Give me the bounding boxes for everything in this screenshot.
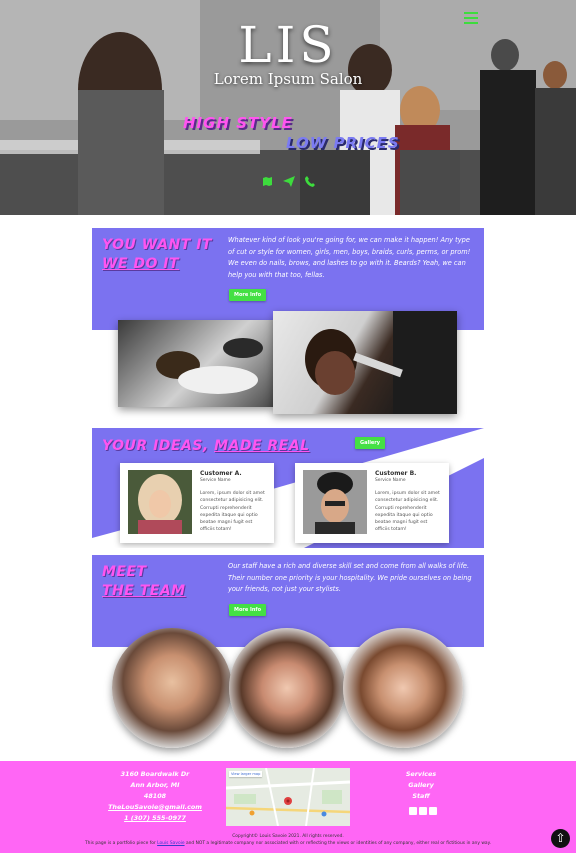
footer-nav: Services Gallery Staff [380,769,462,802]
hero-banner: LIS Lorem Ipsum Salon HIGH STYLE LOW PRI… [0,0,576,215]
disclaimer-prefix: This page is a portfolio piece for [85,841,158,846]
view-larger-map-link[interactable]: View larger map [229,771,263,777]
footer-link-services[interactable]: Services [380,769,462,780]
team-member-photo [112,628,232,748]
customer-name: Customer A. [200,470,242,477]
phone-icon[interactable] [305,176,315,190]
heading-line-2: THE TEAM [102,583,186,599]
paper-plane-icon[interactable] [283,176,295,190]
twitter-icon[interactable] [429,807,437,815]
testimonial-card: Customer A. Service Name Lorem, ipsum do… [120,463,274,543]
team-member-photo [343,628,463,748]
footer-link-staff[interactable]: Staff [380,791,462,802]
customer-b-photo [303,470,367,534]
section-heading: YOU WANT IT WE DO IT [102,236,222,274]
site-logo-title: LIS [238,16,338,74]
service-name: Service Name [200,478,231,483]
site-footer: 3160 Boardwalk Dr Ann Arbor, MI 48108 Th… [0,761,576,853]
copyright-text: Copyright© Louis Savoie 2021. All rights… [232,834,344,839]
gallery-button[interactable]: Gallery [355,437,386,449]
footer-link-gallery[interactable]: Gallery [380,780,462,791]
arrow-up-circle-icon[interactable]: ⇧ [551,829,570,848]
more-info-button[interactable]: More Info [229,604,267,616]
page: LIS Lorem Ipsum Salon HIGH STYLE LOW PRI… [0,0,576,853]
haircut-photo [273,311,457,414]
heading-line-1: YOU WANT IT [102,237,212,253]
address-line-1: 3160 Boardwalk Dr [120,770,190,778]
disclaimer-text: This page is a portfolio piece for Louis… [0,840,576,847]
map-icon[interactable] [262,176,273,190]
services-description: Whatever kind of look you're going for, … [228,236,471,279]
hero-contact-icons [262,176,315,190]
heading-part-2: MADE REAL [214,438,310,454]
testimonial-text: Lorem, ipsum dolor sit amet consectetur … [375,491,440,533]
customer-name: Customer B. [375,470,417,477]
phone-link[interactable]: 1 (307) 555-0977 [100,813,210,824]
service-name: Service Name [375,478,406,483]
section-gallery-preview: YOUR IDEAS, MADE REAL Gallery Customer A… [92,428,484,548]
team-description: Our staff have a rich and diverse skill … [228,562,472,593]
slogan-low-prices: LOW PRICES [286,134,400,152]
testimonial-card: Customer B. Service Name Lorem, ipsum do… [295,463,449,543]
more-info-button[interactable]: More Info [229,289,267,301]
testimonial-text: Lorem, ipsum dolor sit amet consectetur … [200,491,265,533]
address-line-3: 48108 [143,792,167,800]
contact-info: 3160 Boardwalk Dr Ann Arbor, MI 48108 Th… [100,769,210,824]
social-links [409,807,437,815]
hair-washing-photo [118,320,273,407]
site-subtitle: Lorem Ipsum Salon [213,70,363,88]
section-heading: MEET THE TEAM [102,563,222,601]
instagram-icon[interactable] [419,807,427,815]
heading-part-1: YOUR IDEAS, [102,438,215,454]
heading-line-2: WE DO IT [102,256,180,272]
customer-a-photo [128,470,192,534]
location-map[interactable]: View larger map [226,768,350,826]
team-member-photo [229,628,345,748]
section-heading: YOUR IDEAS, MADE REAL [102,437,322,456]
portfolio-link[interactable]: Louis Savoie [157,841,184,846]
hamburger-menu-icon[interactable] [464,12,478,24]
heading-line-1: MEET [102,564,147,580]
facebook-icon[interactable] [409,807,417,815]
disclaimer-suffix: and NOT a legitimate company nor associa… [184,841,491,846]
address-line-2: Ann Arbor, MI [130,781,180,789]
slogan-high-style: HIGH STYLE [183,114,293,132]
email-link[interactable]: TheLouSavoie@gmail.com [100,802,210,813]
